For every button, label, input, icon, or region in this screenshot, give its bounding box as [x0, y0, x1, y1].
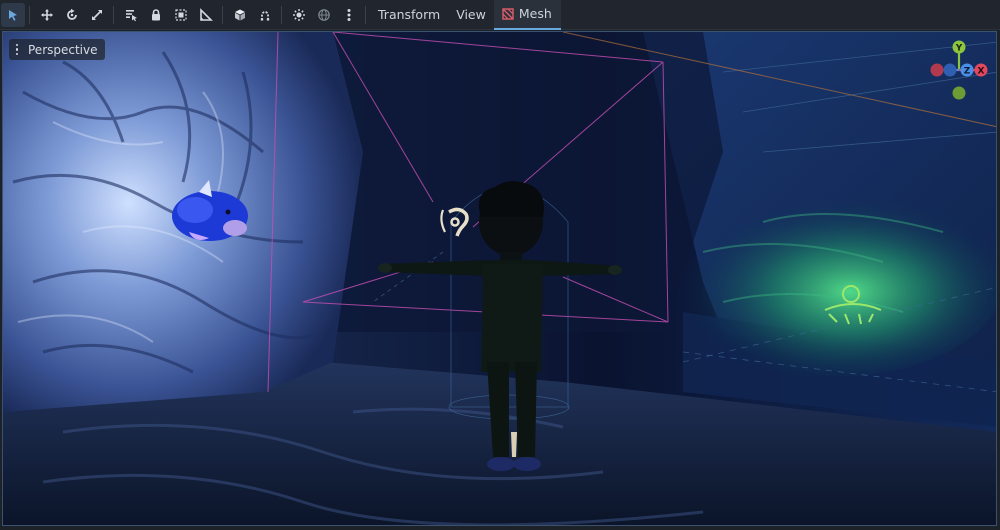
lock-button[interactable] [144, 3, 168, 27]
snap-icon [260, 10, 269, 20]
scale-tool-button[interactable] [85, 3, 109, 27]
toolbar-separator [222, 5, 223, 24]
move-tool-icon [40, 8, 53, 21]
select-tool-icon [8, 9, 17, 21]
gizmo-z-label: Z [964, 67, 971, 77]
select-tool-button[interactable] [0, 2, 25, 27]
mesh-icon [502, 7, 514, 20]
toolbar-separator [365, 5, 366, 24]
ruler-icon [199, 7, 213, 21]
3d-viewport[interactable]: Perspective Y Z X [2, 31, 997, 526]
view-menu[interactable]: View [448, 0, 494, 30]
orientation-gizmo[interactable]: Y Z X [923, 36, 995, 108]
sun-icon [292, 8, 305, 21]
top-toolbar: Transform View Mesh [0, 0, 1000, 30]
perspective-label: Perspective [28, 42, 98, 57]
environment-icon [317, 8, 330, 21]
group-icon [174, 8, 187, 21]
group-button[interactable] [169, 3, 193, 27]
rotate-tool-icon [66, 8, 77, 20]
scene-render [3, 32, 996, 525]
more-icon [347, 8, 350, 21]
sun-button[interactable] [287, 3, 311, 27]
snap-button[interactable] [253, 3, 277, 27]
more-button[interactable] [337, 3, 361, 27]
gizmo-neg-z-axis[interactable] [943, 63, 957, 77]
mesh-menu[interactable]: Mesh [493, 0, 561, 30]
transform-menu[interactable]: Transform [370, 0, 448, 30]
list-select-button[interactable] [119, 3, 143, 27]
scale-tool-icon [91, 9, 102, 20]
kebab-menu-icon [12, 43, 22, 57]
gizmo-neg-x-axis[interactable] [930, 63, 944, 77]
ruler-button[interactable] [194, 3, 218, 27]
toolbar-separator [113, 5, 114, 24]
list-select-icon [125, 9, 137, 21]
lock-icon [151, 8, 160, 20]
local-space-icon [234, 9, 245, 20]
perspective-menu-button[interactable]: Perspective [9, 39, 105, 60]
local-space-button[interactable] [228, 3, 252, 27]
gizmo-y-label: Y [955, 44, 963, 54]
environment-button[interactable] [312, 3, 336, 27]
mesh-menu-label: Mesh [518, 6, 552, 21]
gizmo-x-label: X [978, 67, 985, 77]
toolbar-separator [29, 5, 30, 24]
gizmo-neg-y-axis[interactable] [952, 86, 966, 100]
toolbar-separator [281, 5, 282, 24]
rotate-tool-button[interactable] [60, 3, 84, 27]
move-tool-button[interactable] [35, 3, 59, 27]
